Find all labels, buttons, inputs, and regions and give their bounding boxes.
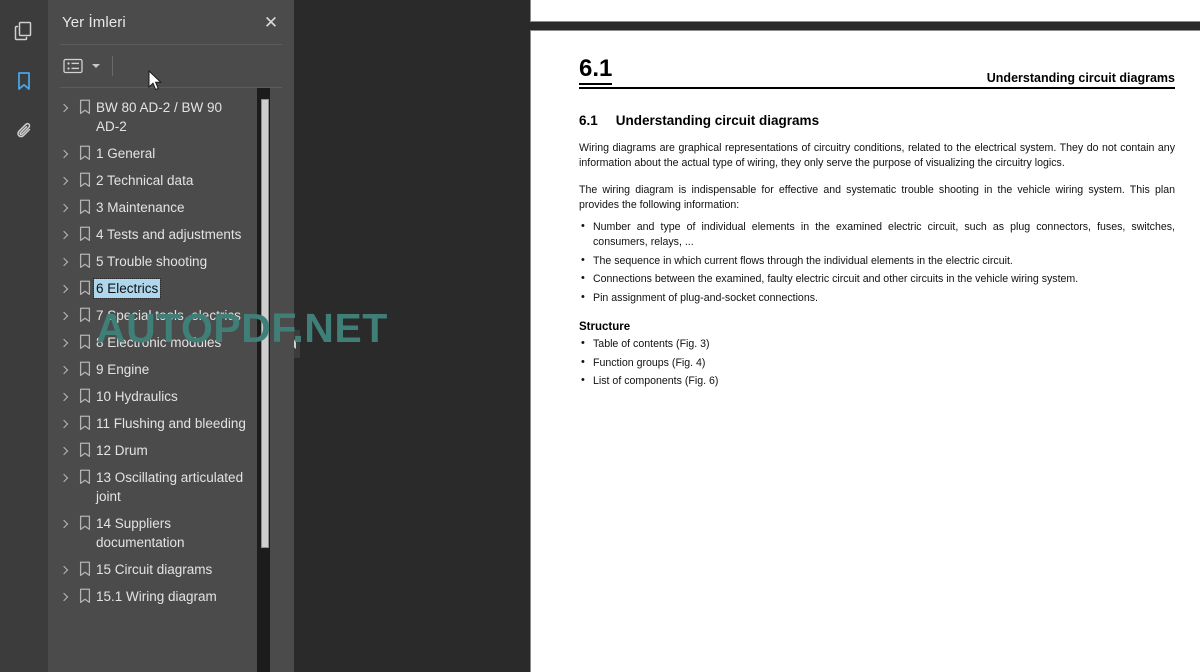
chevron-right-icon[interactable]	[56, 560, 74, 579]
bookmark-icon	[74, 171, 96, 190]
chevron-right-icon[interactable]	[56, 414, 74, 433]
chevron-right-icon[interactable]	[56, 360, 74, 379]
bookmark-item-label: 15.1 Wiring diagram	[96, 589, 217, 604]
bookmark-icon	[74, 441, 96, 460]
attachments-icon[interactable]	[7, 114, 41, 148]
bookmark-item-label: 3 Maintenance	[96, 200, 185, 215]
chevron-right-icon[interactable]	[56, 333, 74, 352]
bookmarks-tree-scroll-area[interactable]: BW 80 AD-2 / BW 90 AD-2 1 General 2 Techni…	[48, 88, 294, 672]
section-number: 6.1	[579, 113, 598, 128]
bookmark-item-label: 13 Oscillating articulated joint	[96, 470, 244, 504]
bookmark-item-label: 4 Tests and adjustments	[96, 227, 242, 242]
information-list-item: The sequence in which current flows thro…	[579, 253, 1175, 269]
structure-list-item: Table of contents (Fig. 3)	[579, 336, 1175, 352]
bookmarks-icon[interactable]	[7, 64, 41, 98]
running-head-number: 6.1	[579, 57, 613, 85]
bookmark-item-label: BW 80 AD-2 / BW 90 AD-2	[96, 100, 223, 134]
paragraph-2: The wiring diagram is indispensable for …	[579, 184, 1175, 211]
paragraph-1: Wiring diagrams are graphical representa…	[579, 142, 1175, 169]
chevron-right-icon[interactable]	[56, 441, 74, 460]
bookmark-icon	[74, 387, 96, 406]
page-running-head: 6.1 Understanding circuit diagrams	[579, 57, 1175, 89]
chevron-right-icon[interactable]	[56, 306, 74, 325]
bookmark-icon	[74, 279, 96, 298]
information-list-item: Connections between the examined, faulty…	[579, 271, 1175, 287]
structure-heading: Structure	[579, 321, 631, 334]
bookmark-item-label: 6 Electrics	[92, 278, 162, 299]
bookmarks-toolbar	[48, 45, 294, 87]
bookmark-item-label: 9 Engine	[96, 362, 150, 377]
chevron-right-icon[interactable]	[56, 468, 74, 487]
bookmark-item-label: 14 Suppliers documentation	[96, 516, 185, 550]
bookmark-item-label: 10 Hydraulics	[96, 389, 178, 404]
chevron-right-icon[interactable]	[56, 98, 74, 117]
running-head-title: Understanding circuit diagrams	[986, 71, 1175, 85]
bookmark-item-label: 7 Special tools, electrics	[96, 308, 241, 323]
bookmarks-panel: Yer İmleri ✕ BW 80 AD-2 / BW 90 AD-2 1 G…	[48, 0, 294, 672]
information-bullet-list: Number and type of individual elements i…	[579, 219, 1175, 306]
information-list-item: Pin assignment of plug-and-socket connec…	[579, 290, 1175, 306]
chevron-right-icon[interactable]	[56, 198, 74, 217]
previous-page-edge	[530, 0, 1200, 22]
information-list-item: Number and type of individual elements i…	[579, 219, 1175, 249]
chevron-right-icon[interactable]	[56, 171, 74, 190]
bookmark-icon	[74, 560, 96, 579]
bookmark-item-label: 15 Circuit diagrams	[96, 562, 213, 577]
pdf-viewer-window: Yer İmleri ✕ BW 80 AD-2 / BW 90 AD-2 1 G…	[0, 0, 1200, 672]
bookmark-icon	[74, 252, 96, 271]
bookmark-icon	[74, 360, 96, 379]
bookmarks-panel-header: Yer İmleri ✕	[48, 0, 294, 44]
document-viewer: 6.1 Understanding circuit diagrams 6.1 U…	[294, 0, 1200, 672]
toolbar-separator	[112, 56, 113, 76]
chevron-right-icon[interactable]	[56, 252, 74, 271]
list-options-icon[interactable]	[60, 55, 86, 77]
bookmark-icon	[74, 306, 96, 325]
thumbnails-icon[interactable]	[7, 14, 41, 48]
bookmark-item-label: 2 Technical data	[96, 173, 194, 188]
bookmarks-panel-title: Yer İmleri	[62, 13, 126, 31]
document-page: 6.1 Understanding circuit diagrams 6.1 U…	[530, 30, 1200, 672]
bookmark-item-label: 8 Electronic modules	[96, 335, 222, 350]
bookmark-item-label: 1 General	[96, 146, 156, 161]
bookmarks-scrollbar-thumb[interactable]	[261, 99, 269, 548]
bookmark-icon	[74, 468, 96, 487]
chevron-right-icon[interactable]	[56, 387, 74, 406]
bookmark-icon	[74, 587, 96, 606]
chevron-right-icon[interactable]	[56, 587, 74, 606]
bookmark-icon	[74, 198, 96, 217]
chevron-right-icon[interactable]	[56, 279, 74, 298]
bookmark-item-label: 12 Drum	[96, 443, 148, 458]
structure-bullet-list: Table of contents (Fig. 3) Function group…	[579, 336, 1175, 389]
section-title: Understanding circuit diagrams	[615, 113, 820, 128]
bookmark-icon	[74, 514, 96, 533]
chevron-right-icon[interactable]	[56, 514, 74, 533]
chevron-down-icon[interactable]	[90, 56, 102, 76]
structure-list-item: Function groups (Fig. 4)	[579, 355, 1175, 371]
chevron-right-icon[interactable]	[56, 225, 74, 244]
bookmark-icon	[74, 333, 96, 352]
sidebar-collapse-handle[interactable]	[294, 330, 300, 358]
bookmark-item-label: 5 Trouble shooting	[96, 254, 208, 269]
bookmark-icon	[74, 144, 96, 163]
bookmark-icon	[74, 98, 96, 117]
close-icon[interactable]: ✕	[258, 9, 284, 35]
bookmark-item-label: 11 Flushing and bleeding	[96, 416, 246, 431]
structure-list-item: List of components (Fig. 6)	[579, 373, 1175, 389]
bookmark-icon	[74, 225, 96, 244]
section-heading: 6.1 Understanding circuit diagrams	[579, 113, 1175, 128]
bookmark-icon	[74, 414, 96, 433]
chevron-right-icon[interactable]	[56, 144, 74, 163]
sidebar-icon-rail	[0, 0, 48, 672]
